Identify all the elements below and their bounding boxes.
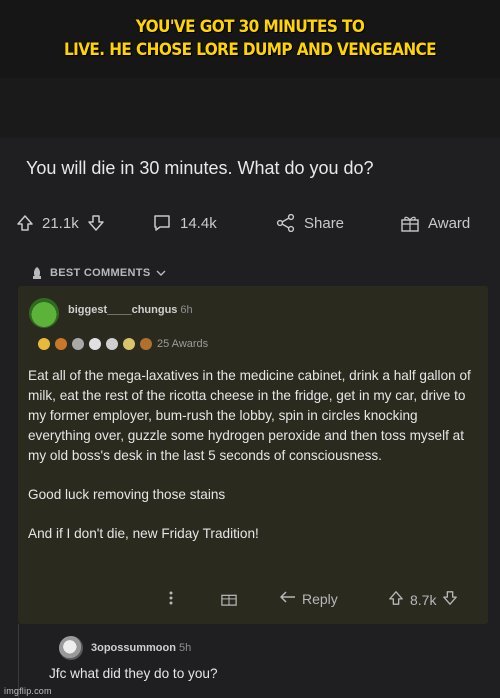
awards-row[interactable]: 25 Awards <box>38 338 208 350</box>
sort-dropdown[interactable]: BEST COMMENTS <box>30 266 166 280</box>
post-title[interactable]: You will die in 30 minutes. What do you … <box>26 158 374 179</box>
comment-paragraph: And if I don't die, new Friday Tradition… <box>28 526 259 541</box>
post-card: You will die in 30 minutes. What do you … <box>0 138 500 698</box>
share-label: Share <box>304 214 345 232</box>
upvote-count: 21.1k <box>42 214 79 232</box>
award-icon <box>123 338 135 350</box>
award-icon <box>106 338 118 350</box>
post-vote-group: 21.1k <box>16 214 105 232</box>
upvote-icon[interactable] <box>388 590 404 609</box>
award-icon <box>89 338 101 350</box>
reply-author[interactable]: 3opossummoon <box>91 642 176 654</box>
more-options-icon[interactable] <box>168 590 174 606</box>
award-button[interactable]: Award <box>400 214 470 232</box>
share-button[interactable]: Share <box>276 214 344 232</box>
reply-comment: 3opossummoon 5h Jfc what did they do to y… <box>18 624 489 698</box>
comment-vote-group: 8.7k <box>388 590 458 609</box>
award-icon <box>140 338 152 350</box>
avatar[interactable] <box>59 636 83 660</box>
downvote-icon[interactable] <box>87 214 105 232</box>
header-spacer <box>0 78 500 138</box>
award-icon <box>72 338 84 350</box>
award-icon <box>38 338 50 350</box>
gift-icon <box>400 214 420 232</box>
post-action-bar: 21.1k 14.4k Share Award <box>0 208 500 244</box>
award-icon <box>55 338 67 350</box>
meme-caption-banner: YOU'VE GOT 30 MINUTES TO LIVE. HE CHOSE … <box>0 0 500 78</box>
top-comment: biggest____chungus 6h 25 Awards Eat all o… <box>18 286 488 624</box>
comment-author-line: biggest____chungus 6h <box>68 304 193 316</box>
chevron-down-icon <box>156 269 166 277</box>
share-icon <box>276 214 296 232</box>
reply-author-line: 3opossummoon 5h <box>91 642 191 654</box>
comment-action-bar: Reply 8.7k <box>18 586 488 612</box>
avatar[interactable] <box>29 298 59 328</box>
comment-bubble-icon <box>152 214 172 232</box>
meme-caption-line-2: LIVE. HE CHOSE LORE DUMP AND VENGEANCE <box>63 40 437 60</box>
comments-button[interactable]: 14.4k <box>152 214 217 232</box>
reply-body: Jfc what did they do to you? <box>49 666 218 681</box>
give-award-icon[interactable] <box>220 590 238 606</box>
reply-arrow-icon <box>279 590 296 607</box>
comment-author[interactable]: biggest____chungus <box>68 304 177 316</box>
reply-time: 5h <box>178 642 192 654</box>
comment-time: 6h <box>180 304 193 316</box>
comment-paragraph: Eat all of the mega-laxatives in the med… <box>28 368 471 463</box>
reply-button[interactable]: Reply <box>279 590 338 607</box>
comment-vote-count: 8.7k <box>410 591 437 608</box>
upvote-icon[interactable] <box>16 214 34 232</box>
downvote-icon[interactable] <box>442 590 458 609</box>
rocket-icon <box>30 266 44 280</box>
meme-caption-line-1: YOU'VE GOT 30 MINUTES TO <box>135 17 365 37</box>
comment-body: Eat all of the mega-laxatives in the med… <box>28 366 478 563</box>
awards-count: 25 Awards <box>157 338 209 350</box>
sort-label: BEST COMMENTS <box>50 267 151 279</box>
reply-label: Reply <box>302 590 338 607</box>
comment-paragraph: Good luck removing those stains <box>28 487 226 502</box>
comment-count: 14.4k <box>180 214 217 232</box>
award-label: Award <box>428 214 471 232</box>
watermark: imgflip.com <box>4 686 52 696</box>
